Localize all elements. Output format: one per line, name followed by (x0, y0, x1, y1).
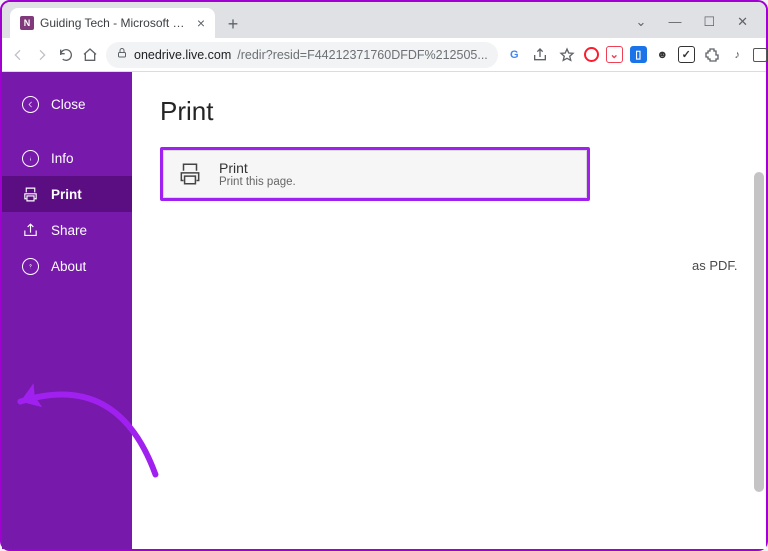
ext-reader-icon[interactable] (753, 48, 767, 62)
back-arrow-icon (22, 96, 39, 113)
ext-check-icon[interactable]: ✓ (678, 46, 695, 63)
google-icon[interactable]: G (506, 46, 523, 63)
print-card[interactable]: Print Print this page. (160, 147, 590, 201)
sidebar-item-close[interactable]: Close (2, 86, 132, 122)
scrollbar[interactable] (754, 168, 764, 539)
scrollbar-thumb[interactable] (754, 172, 764, 492)
print-card-icon (177, 161, 203, 187)
minimize-icon[interactable]: — (668, 14, 681, 30)
home-button[interactable] (82, 45, 98, 65)
star-icon[interactable] (557, 45, 577, 65)
ext-music-icon[interactable]: ♪ (729, 46, 746, 63)
onenote-app: Editing Share Close Info Print Share (2, 72, 766, 549)
page-title: Print (160, 96, 736, 127)
extensions-puzzle-icon[interactable] (702, 45, 722, 65)
sidebar-label-close: Close (51, 97, 86, 112)
extensions-area: G ⌄ ▯ ☻ ✓ ♪ ⋮ (506, 45, 768, 65)
sidebar-item-print[interactable]: Print (2, 176, 132, 212)
file-menu-sidebar: Close Info Print Share About (2, 72, 132, 549)
reload-button[interactable] (58, 45, 74, 65)
ext-blue-icon[interactable]: ▯ (630, 46, 647, 63)
caret-down-icon[interactable]: ⌄ (636, 14, 647, 30)
sidebar-item-about[interactable]: About (2, 248, 132, 284)
window-controls: ⌄ — ☐ ✕ (636, 14, 762, 38)
print-card-title: Print (219, 160, 296, 176)
print-card-subtitle: Print this page. (219, 176, 296, 188)
print-icon (22, 186, 39, 203)
sidebar-label-print: Print (51, 187, 82, 202)
pocket-icon[interactable]: ⌄ (606, 46, 623, 63)
ext-robot-icon[interactable]: ☻ (654, 46, 671, 63)
browser-titlebar: N Guiding Tech - Microsoft OneNo × + ⌄ —… (2, 2, 766, 38)
sidebar-label-about: About (51, 259, 86, 274)
maximize-icon[interactable]: ☐ (703, 14, 715, 30)
main-panel: Print Print Print this page. as PDF. (132, 72, 766, 549)
url-host: onedrive.live.com (134, 48, 231, 62)
info-icon (22, 150, 39, 167)
browser-toolbar: onedrive.live.com/redir?resid=F442123717… (2, 38, 766, 72)
url-path: /redir?resid=F44212371760DFDF%212505... (237, 48, 488, 62)
close-window-icon[interactable]: ✕ (737, 14, 748, 30)
address-bar[interactable]: onedrive.live.com/redir?resid=F442123717… (106, 42, 498, 68)
back-button[interactable] (10, 45, 26, 65)
lock-icon (116, 47, 128, 62)
onenote-favicon: N (20, 16, 34, 30)
sidebar-item-info[interactable]: Info (2, 140, 132, 176)
tab-close-icon[interactable]: × (197, 15, 205, 31)
share-icon (22, 222, 39, 239)
opera-icon[interactable] (584, 47, 599, 62)
sidebar-item-share[interactable]: Share (2, 212, 132, 248)
browser-tab[interactable]: N Guiding Tech - Microsoft OneNo × (10, 8, 215, 38)
about-icon (22, 258, 39, 275)
new-tab-button[interactable]: + (219, 10, 247, 38)
tab-title: Guiding Tech - Microsoft OneNo (40, 16, 191, 30)
sidebar-label-info: Info (51, 151, 74, 166)
share-url-icon[interactable] (530, 45, 550, 65)
forward-button[interactable] (34, 45, 50, 65)
sidebar-label-share: Share (51, 223, 87, 238)
